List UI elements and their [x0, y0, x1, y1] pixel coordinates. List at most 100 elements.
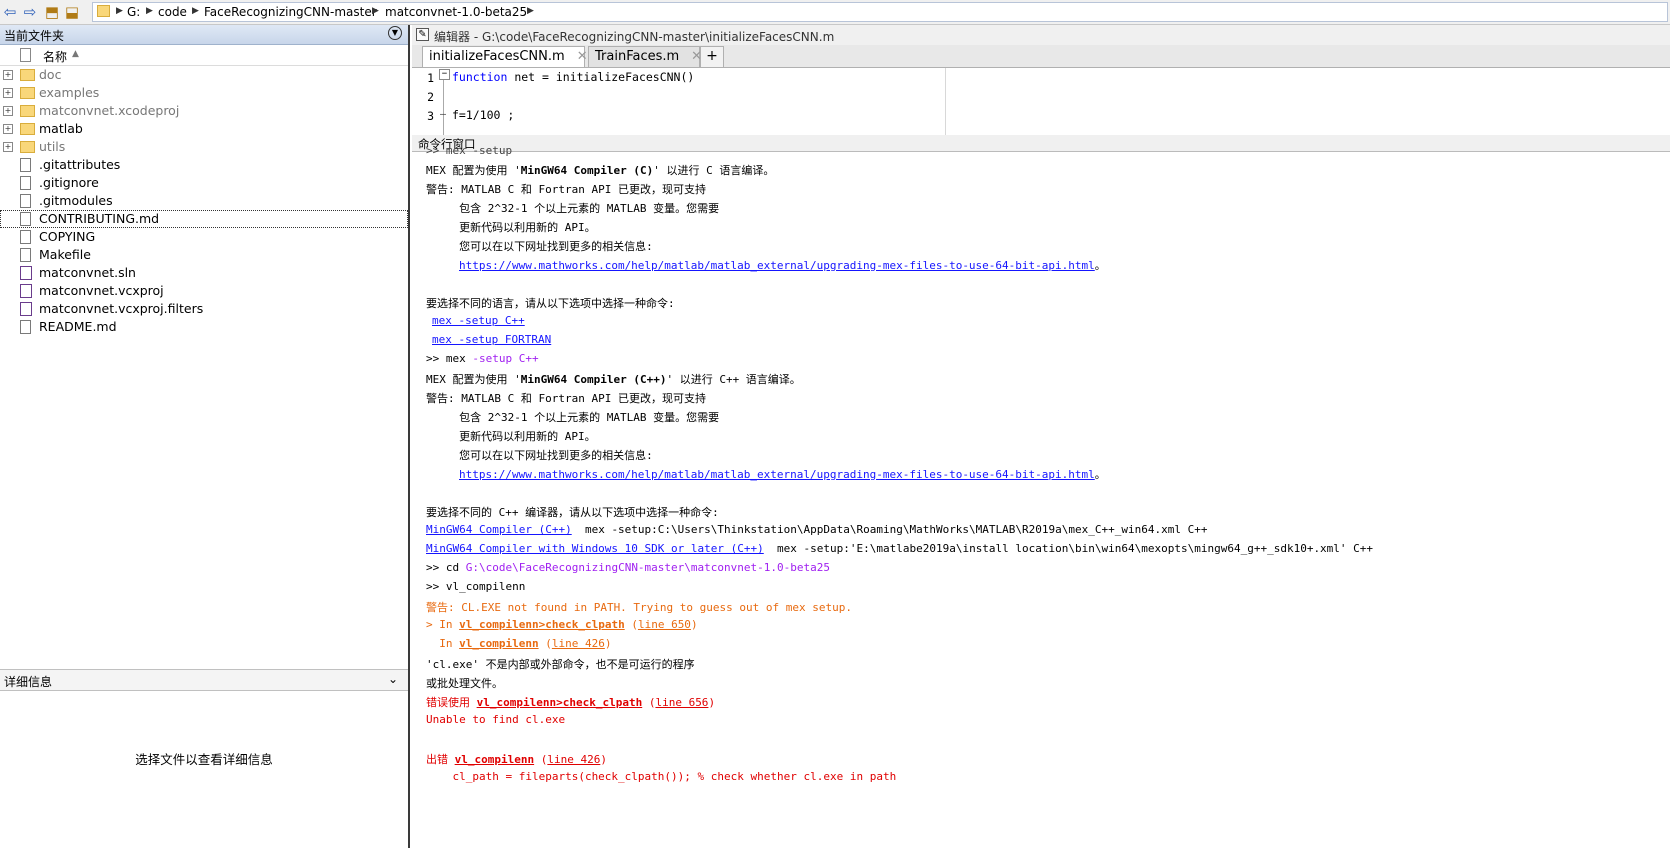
text: ) — [708, 696, 716, 709]
column-header[interactable]: 名称 ▲ — [0, 45, 408, 66]
help-link[interactable]: https://www.mathworks.com/help/matlab/ma… — [459, 259, 1095, 272]
list-item-file[interactable]: matconvnet.vcxproj — [0, 282, 408, 300]
file-icon — [20, 230, 31, 244]
breadcrumb-item[interactable]: G: — [127, 5, 140, 19]
breadcrumb-item[interactable]: code — [158, 5, 187, 19]
text: >> cd — [426, 561, 466, 574]
output-line: 或批处理文件。 — [426, 677, 503, 690]
breadcrumb-separator-icon: ▶ — [372, 6, 379, 16]
expand-icon[interactable]: + — [3, 124, 13, 134]
command-output[interactable]: >> mex -setup MEX 配置为使用 'MinGW64 Compile… — [412, 144, 1670, 848]
editor-pencil-icon: ✎ — [416, 28, 429, 41]
file-type-column-icon — [20, 48, 31, 62]
text: ) — [600, 753, 607, 766]
details-header[interactable]: 详细信息 ⌄ — [0, 669, 408, 691]
fold-collapse-icon[interactable]: − — [439, 69, 450, 80]
line-link[interactable]: line 650 — [638, 618, 691, 631]
path-argument: G:\code\FaceRecognizingCNN-master\matcon… — [465, 561, 830, 574]
solution-file-icon — [20, 266, 32, 280]
list-item-file-selected[interactable]: CONTRIBUTING.md — [0, 210, 408, 228]
forward-arrow-icon[interactable]: ⇨ — [22, 4, 38, 20]
keyword: function — [452, 70, 508, 84]
line-number: 1 — [427, 71, 434, 85]
breadcrumb-item[interactable]: FaceRecognizingCNN-master — [204, 5, 377, 19]
expand-icon[interactable]: + — [3, 88, 13, 98]
up-folder-icon[interactable]: ⬒ — [44, 4, 60, 20]
list-item-folder[interactable]: + utils — [0, 138, 408, 156]
mex-setup-fortran-link[interactable]: mex -setup FORTRAN — [432, 333, 551, 346]
list-item-file[interactable]: .gitattributes — [0, 156, 408, 174]
line-link[interactable]: line 426 — [547, 753, 600, 766]
file-name: matconvnet.xcodeproj — [39, 103, 180, 118]
close-icon[interactable]: ✕ — [577, 49, 588, 64]
list-item-folder[interactable]: + matlab — [0, 120, 408, 138]
output-line: mex -setup FORTRAN — [432, 333, 551, 346]
list-item-file[interactable]: COPYING — [0, 228, 408, 246]
compiler-name: MinGW64 Compiler (C) — [520, 164, 654, 177]
output-line: >> mex -setup C++ — [426, 352, 539, 365]
list-item-folder[interactable]: + examples — [0, 84, 408, 102]
breakpoint-marker[interactable]: – — [440, 109, 446, 120]
list-item-file[interactable]: Makefile — [0, 246, 408, 264]
expand-icon[interactable]: + — [3, 142, 13, 152]
text: ) — [690, 618, 698, 631]
output-line: https://www.mathworks.com/help/matlab/ma… — [459, 257, 1106, 273]
list-item-folder[interactable]: + matconvnet.xcodeproj — [0, 102, 408, 120]
output-line: 警告: MATLAB C 和 Fortran API 已更改，现可支持 — [426, 183, 706, 196]
line-link[interactable]: line 656 — [655, 696, 708, 709]
expand-icon[interactable]: + — [3, 106, 13, 116]
name-column-label[interactable]: 名称 — [43, 48, 67, 65]
error-code-line: cl_path = fileparts(check_clpath()); % c… — [426, 770, 897, 783]
project-file-icon — [20, 284, 32, 298]
add-tab-button[interactable]: + — [700, 46, 724, 67]
folder-icon — [20, 141, 35, 153]
help-link[interactable]: https://www.mathworks.com/help/matlab/ma… — [459, 468, 1095, 481]
filters-file-icon — [20, 302, 32, 316]
details-title: 详细信息 — [4, 675, 53, 689]
line-link[interactable]: line 426 — [552, 637, 605, 650]
function-link[interactable]: vl_compilenn — [455, 753, 534, 766]
output-line: 更新代码以利用新的 API。 — [426, 430, 596, 443]
output-line: >> mex -setup — [426, 144, 513, 157]
fold-line — [443, 80, 444, 135]
tab-trainfaces[interactable]: TrainFaces.m ✕ — [588, 46, 702, 67]
function-link[interactable]: vl_compilenn>check_clpath — [477, 696, 643, 709]
list-item-file[interactable]: .gitignore — [0, 174, 408, 192]
compiler-link[interactable]: MinGW64 Compiler with Windows 10 SDK or … — [426, 542, 764, 555]
error-line: 错误使用 vl_compilenn>check_clpath (line 656… — [426, 694, 715, 710]
file-list: + doc + examples + matconvnet.xcodeproj + ma… — [0, 66, 408, 336]
back-arrow-icon[interactable]: ⇦ — [2, 4, 18, 20]
panel-menu-icon[interactable]: ▼ — [388, 26, 402, 40]
list-item-folder[interactable]: + doc — [0, 66, 408, 84]
file-name: .gitmodules — [39, 193, 113, 208]
browse-folder-icon[interactable]: ⬓ — [64, 4, 80, 20]
list-item-file[interactable]: README.md — [0, 318, 408, 336]
output-line: 您可以在以下网址找到更多的相关信息: — [426, 449, 653, 462]
mex-setup-cpp-link[interactable]: mex -setup C++ — [432, 314, 525, 327]
breadcrumb-item[interactable]: matconvnet-1.0-beta25 — [385, 5, 527, 19]
output-line: MinGW64 Compiler with Windows 10 SDK or … — [426, 542, 1373, 555]
file-name: CONTRIBUTING.md — [39, 211, 160, 226]
address-toolbar: ⇦ ⇨ ⬒ ⬓ ▶ G: ▶ code ▶ FaceRecognizingCNN… — [0, 0, 1670, 25]
file-icon — [20, 320, 31, 334]
function-link[interactable]: vl_compilenn — [459, 637, 538, 650]
address-path-field[interactable]: ▶ G: ▶ code ▶ FaceRecognizingCNN-master … — [92, 2, 1668, 22]
text: mex -setup:C:\Users\Thinkstation\AppData… — [571, 523, 1208, 536]
list-item-file[interactable]: .gitmodules — [0, 192, 408, 210]
code-line-1[interactable]: function net = initializeFacesCNN() — [452, 70, 694, 84]
code-line-3[interactable]: f=1/100 ; — [452, 108, 514, 122]
file-name: matconvnet.sln — [39, 265, 136, 280]
function-link[interactable]: vl_compilenn>check_clpath — [459, 618, 625, 631]
editor-tab-strip: initializeFacesCNN.m ✕ TrainFaces.m ✕ + — [412, 45, 1670, 68]
output-line: https://www.mathworks.com/help/matlab/ma… — [459, 466, 1106, 482]
list-item-file[interactable]: matconvnet.vcxproj.filters — [0, 300, 408, 318]
sort-ascending-icon: ▲ — [72, 49, 79, 59]
tab-initializefacescnn[interactable]: initializeFacesCNN.m ✕ — [422, 46, 588, 67]
compiler-link[interactable]: MinGW64 Compiler (C++) — [426, 523, 572, 536]
chevron-down-icon[interactable]: ⌄ — [388, 672, 398, 686]
argument: -setup C++ — [472, 352, 539, 365]
code-editor[interactable]: 1 2 3 − – function net = initializeFaces… — [412, 68, 1670, 135]
expand-icon[interactable]: + — [3, 70, 13, 80]
command-window[interactable]: 命令行窗口 >> mex -setup MEX 配置为使用 'MinGW64 C… — [412, 135, 1670, 848]
list-item-file[interactable]: matconvnet.sln — [0, 264, 408, 282]
